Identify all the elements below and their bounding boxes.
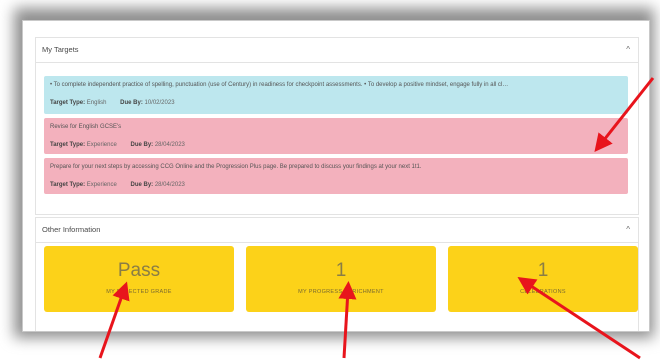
- card-label: My Progress Enrichment: [298, 289, 384, 295]
- target-description: • To complete independent practice of sp…: [50, 82, 509, 88]
- target-type-value: English: [86, 100, 107, 106]
- collapse-caret-icon[interactable]: ^: [626, 38, 630, 62]
- collapse-caret-icon[interactable]: ^: [626, 218, 630, 242]
- celebrations-card[interactable]: 1 Celebrations: [448, 246, 638, 312]
- card-value: Pass: [117, 260, 161, 281]
- target-item[interactable]: • To complete independent practice of sp…: [44, 76, 628, 114]
- due-by-label: Due By:: [120, 100, 143, 106]
- target-description: Prepare for your next steps by accessing…: [50, 164, 422, 170]
- target-item[interactable]: Prepare for your next steps by accessing…: [44, 158, 628, 194]
- card-value: 1: [335, 260, 347, 281]
- target-type-label: Target Type:: [50, 142, 86, 148]
- target-type-value: Experience: [86, 142, 117, 148]
- other-information-panel: Other Information ^ Pass My Expected Gra…: [35, 217, 639, 331]
- panel-title: Other Information: [42, 225, 101, 234]
- due-by-label: Due By:: [130, 142, 154, 148]
- my-targets-header[interactable]: My Targets ^: [36, 38, 638, 63]
- card-label: My Expected Grade: [106, 289, 172, 295]
- due-by-value: 10/02/2023: [144, 100, 175, 106]
- due-by-value: 28/04/2023: [154, 182, 185, 188]
- other-information-header[interactable]: Other Information ^: [36, 218, 638, 243]
- expected-grade-card[interactable]: Pass My Expected Grade: [44, 246, 234, 312]
- panel-title: My Targets: [42, 45, 79, 54]
- target-description: Revise for English GCSE's: [50, 124, 122, 130]
- target-item[interactable]: Revise for English GCSE's Target Type: E…: [44, 118, 628, 154]
- screenshot-frame: My Targets ^ • To complete independent p…: [22, 20, 650, 332]
- target-type-label: Target Type:: [50, 182, 86, 188]
- card-value: 1: [537, 260, 549, 281]
- due-by-label: Due By:: [130, 182, 154, 188]
- due-by-value: 28/04/2023: [154, 142, 185, 148]
- progress-enrichment-card[interactable]: 1 My Progress Enrichment: [246, 246, 436, 312]
- card-label: Celebrations: [520, 289, 566, 295]
- target-type-label: Target Type:: [50, 100, 86, 106]
- target-type-value: Experience: [86, 182, 117, 188]
- my-targets-panel: My Targets ^ • To complete independent p…: [35, 37, 639, 215]
